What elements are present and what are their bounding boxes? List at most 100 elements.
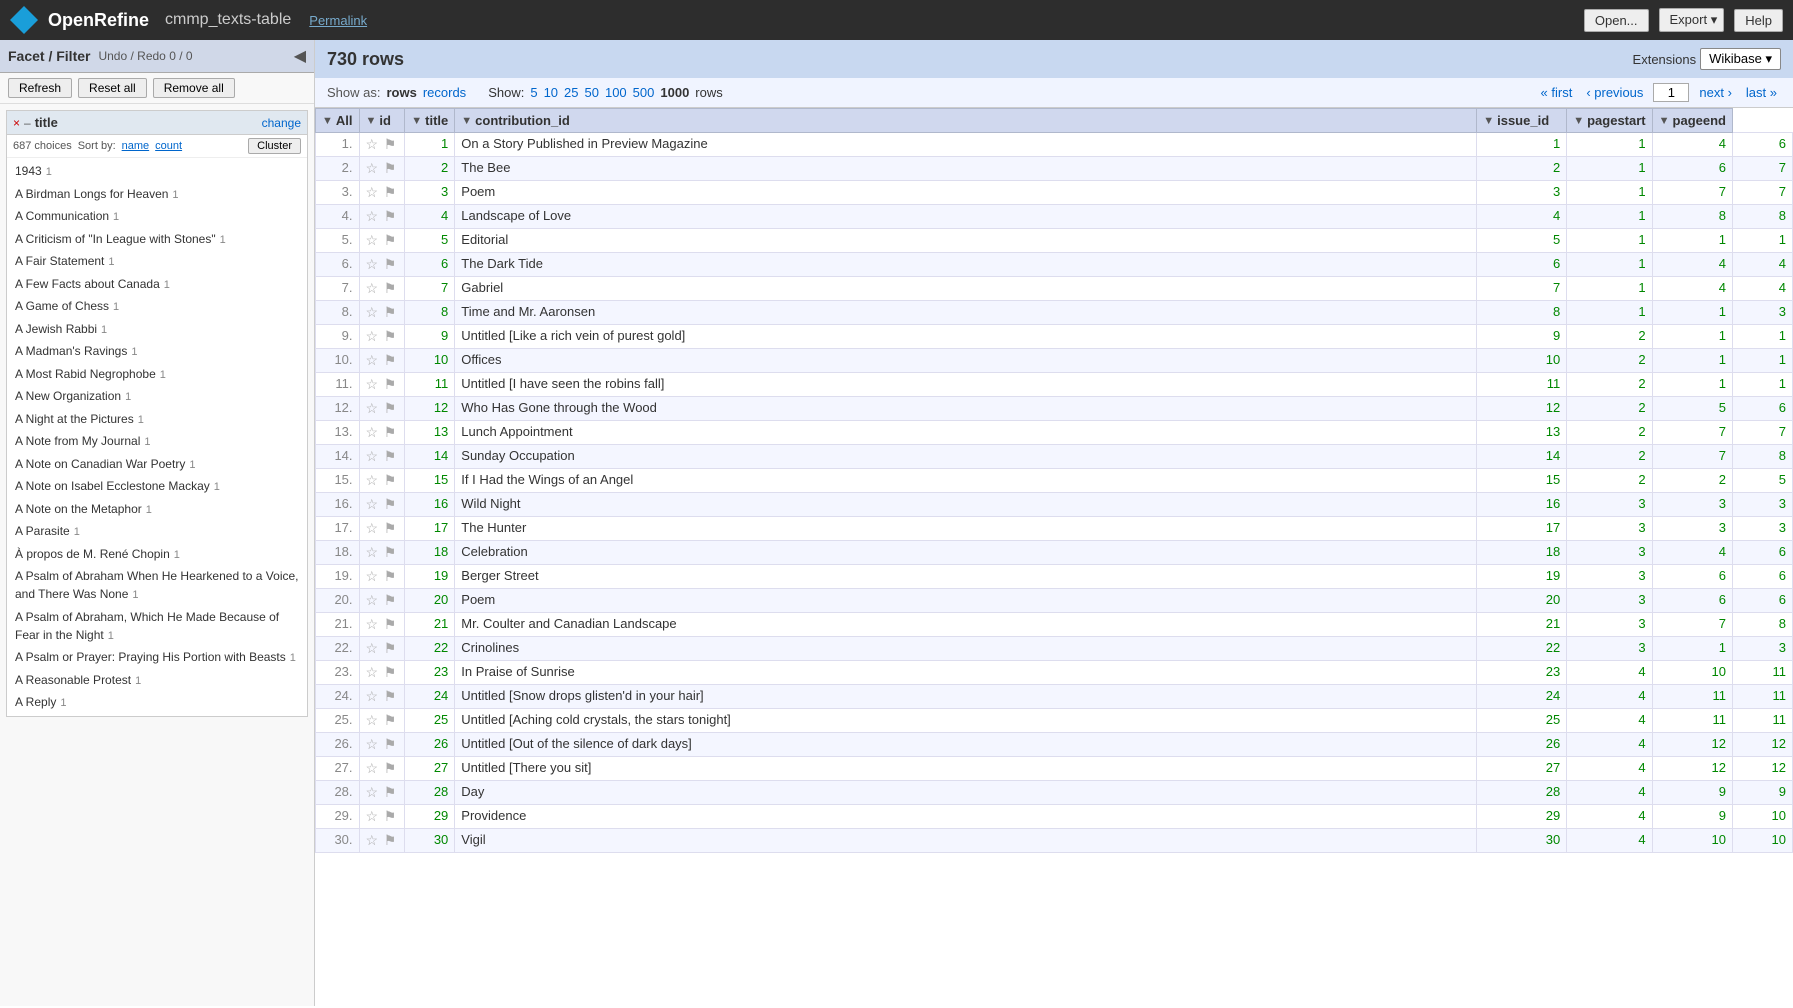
show-500-link[interactable]: 500	[633, 85, 655, 100]
star-icon[interactable]: ☆	[366, 664, 379, 680]
col-header-issue-id[interactable]: ▼ issue_id	[1477, 109, 1567, 133]
facet-list-item[interactable]: A Birdman Longs for Heaven1	[7, 183, 307, 206]
col-header-pageend[interactable]: ▼ pageend	[1652, 109, 1732, 133]
facet-list-item[interactable]: A Psalm or Prayer: Praying His Portion w…	[7, 646, 307, 669]
flag-icon[interactable]: ⚑	[384, 568, 397, 584]
show-10-link[interactable]: 10	[544, 85, 558, 100]
flag-icon[interactable]: ⚑	[384, 256, 397, 272]
star-icon[interactable]: ☆	[366, 136, 379, 152]
facet-list-item[interactable]: A Note from My Journal1	[7, 430, 307, 453]
star-icon[interactable]: ☆	[366, 808, 379, 824]
show-as-rows-link[interactable]: rows	[386, 85, 416, 100]
facet-list-item[interactable]: A Note on the Metaphor1	[7, 498, 307, 521]
flag-icon[interactable]: ⚑	[384, 664, 397, 680]
star-icon[interactable]: ☆	[366, 376, 379, 392]
flag-icon[interactable]: ⚑	[384, 352, 397, 368]
col-header-pagestart[interactable]: ▼ pagestart	[1567, 109, 1652, 133]
star-icon[interactable]: ☆	[366, 760, 379, 776]
show-as-records-link[interactable]: records	[423, 85, 466, 100]
facet-list-item[interactable]: 19431	[7, 160, 307, 183]
star-icon[interactable]: ☆	[366, 544, 379, 560]
flag-icon[interactable]: ⚑	[384, 544, 397, 560]
flag-icon[interactable]: ⚑	[384, 304, 397, 320]
flag-icon[interactable]: ⚑	[384, 376, 397, 392]
facet-list-item[interactable]: A Criticism of "In League with Stones"1	[7, 228, 307, 251]
facet-list-item[interactable]: A Note on Canadian War Poetry1	[7, 453, 307, 476]
facet-list-item[interactable]: A Reply1	[7, 691, 307, 714]
reset-all-button[interactable]: Reset all	[78, 78, 147, 98]
flag-icon[interactable]: ⚑	[384, 232, 397, 248]
flag-icon[interactable]: ⚑	[384, 472, 397, 488]
flag-icon[interactable]: ⚑	[384, 520, 397, 536]
star-icon[interactable]: ☆	[366, 184, 379, 200]
facet-list-item[interactable]: A Parasite1	[7, 520, 307, 543]
star-icon[interactable]: ☆	[366, 352, 379, 368]
facet-change-link[interactable]: change	[262, 116, 301, 130]
flag-icon[interactable]: ⚑	[384, 640, 397, 656]
star-icon[interactable]: ☆	[366, 688, 379, 704]
col-header-all[interactable]: ▼ All	[316, 109, 360, 133]
facet-list-item[interactable]: A Night at the Pictures1	[7, 408, 307, 431]
facet-minimize-button[interactable]: –	[24, 116, 31, 130]
help-button[interactable]: Help	[1734, 9, 1783, 32]
flag-icon[interactable]: ⚑	[384, 448, 397, 464]
flag-icon[interactable]: ⚑	[384, 736, 397, 752]
star-icon[interactable]: ☆	[366, 784, 379, 800]
star-icon[interactable]: ☆	[366, 616, 379, 632]
next-page-link[interactable]: next ›	[1695, 84, 1736, 101]
flag-icon[interactable]: ⚑	[384, 760, 397, 776]
cluster-button[interactable]: Cluster	[248, 138, 301, 154]
star-icon[interactable]: ☆	[366, 592, 379, 608]
flag-icon[interactable]: ⚑	[384, 208, 397, 224]
flag-icon[interactable]: ⚑	[384, 688, 397, 704]
flag-icon[interactable]: ⚑	[384, 712, 397, 728]
collapse-panel-button[interactable]: ◀	[294, 46, 306, 66]
facet-list-item[interactable]: A Note on Isabel Ecclestone Mackay1	[7, 475, 307, 498]
facet-list-item[interactable]: A Madman's Ravings1	[7, 340, 307, 363]
show-5-link[interactable]: 5	[530, 85, 537, 100]
star-icon[interactable]: ☆	[366, 328, 379, 344]
flag-icon[interactable]: ⚑	[384, 832, 397, 848]
star-icon[interactable]: ☆	[366, 736, 379, 752]
flag-icon[interactable]: ⚑	[384, 616, 397, 632]
flag-icon[interactable]: ⚑	[384, 400, 397, 416]
facet-list-item[interactable]: A New Organization1	[7, 385, 307, 408]
facet-list-item[interactable]: A Fair Statement1	[7, 250, 307, 273]
star-icon[interactable]: ☆	[366, 832, 379, 848]
flag-icon[interactable]: ⚑	[384, 592, 397, 608]
star-icon[interactable]: ☆	[366, 256, 379, 272]
export-button[interactable]: Export ▾	[1659, 8, 1725, 32]
star-icon[interactable]: ☆	[366, 160, 379, 176]
facet-list-item[interactable]: A Reasonable Protest1	[7, 669, 307, 692]
flag-icon[interactable]: ⚑	[384, 424, 397, 440]
star-icon[interactable]: ☆	[366, 448, 379, 464]
flag-icon[interactable]: ⚑	[384, 808, 397, 824]
remove-all-button[interactable]: Remove all	[153, 78, 235, 98]
page-number-input[interactable]	[1653, 83, 1689, 102]
star-icon[interactable]: ☆	[366, 712, 379, 728]
facet-list-item[interactable]: A Jewish Rabbi1	[7, 318, 307, 341]
facet-list-item[interactable]: A Psalm of Abraham When He Hearkened to …	[7, 565, 307, 606]
facet-sort-count-link[interactable]: count	[155, 140, 182, 152]
star-icon[interactable]: ☆	[366, 280, 379, 296]
facet-list-item[interactable]: A Game of Chess1	[7, 295, 307, 318]
flag-icon[interactable]: ⚑	[384, 160, 397, 176]
permalink-link[interactable]: Permalink	[309, 13, 367, 28]
star-icon[interactable]: ☆	[366, 304, 379, 320]
star-icon[interactable]: ☆	[366, 424, 379, 440]
show-100-link[interactable]: 100	[605, 85, 627, 100]
star-icon[interactable]: ☆	[366, 400, 379, 416]
col-header-id[interactable]: ▼ id	[359, 109, 405, 133]
flag-icon[interactable]: ⚑	[384, 496, 397, 512]
open-button[interactable]: Open...	[1584, 9, 1649, 32]
star-icon[interactable]: ☆	[366, 568, 379, 584]
facet-list-item[interactable]: A Psalm of Abraham, Which He Made Becaus…	[7, 606, 307, 647]
refresh-button[interactable]: Refresh	[8, 78, 72, 98]
facet-sort-name-link[interactable]: name	[122, 140, 150, 152]
first-page-link[interactable]: « first	[1537, 84, 1577, 101]
show-25-link[interactable]: 25	[564, 85, 578, 100]
wikibase-button[interactable]: Wikibase ▾	[1700, 48, 1781, 70]
star-icon[interactable]: ☆	[366, 208, 379, 224]
star-icon[interactable]: ☆	[366, 472, 379, 488]
star-icon[interactable]: ☆	[366, 520, 379, 536]
